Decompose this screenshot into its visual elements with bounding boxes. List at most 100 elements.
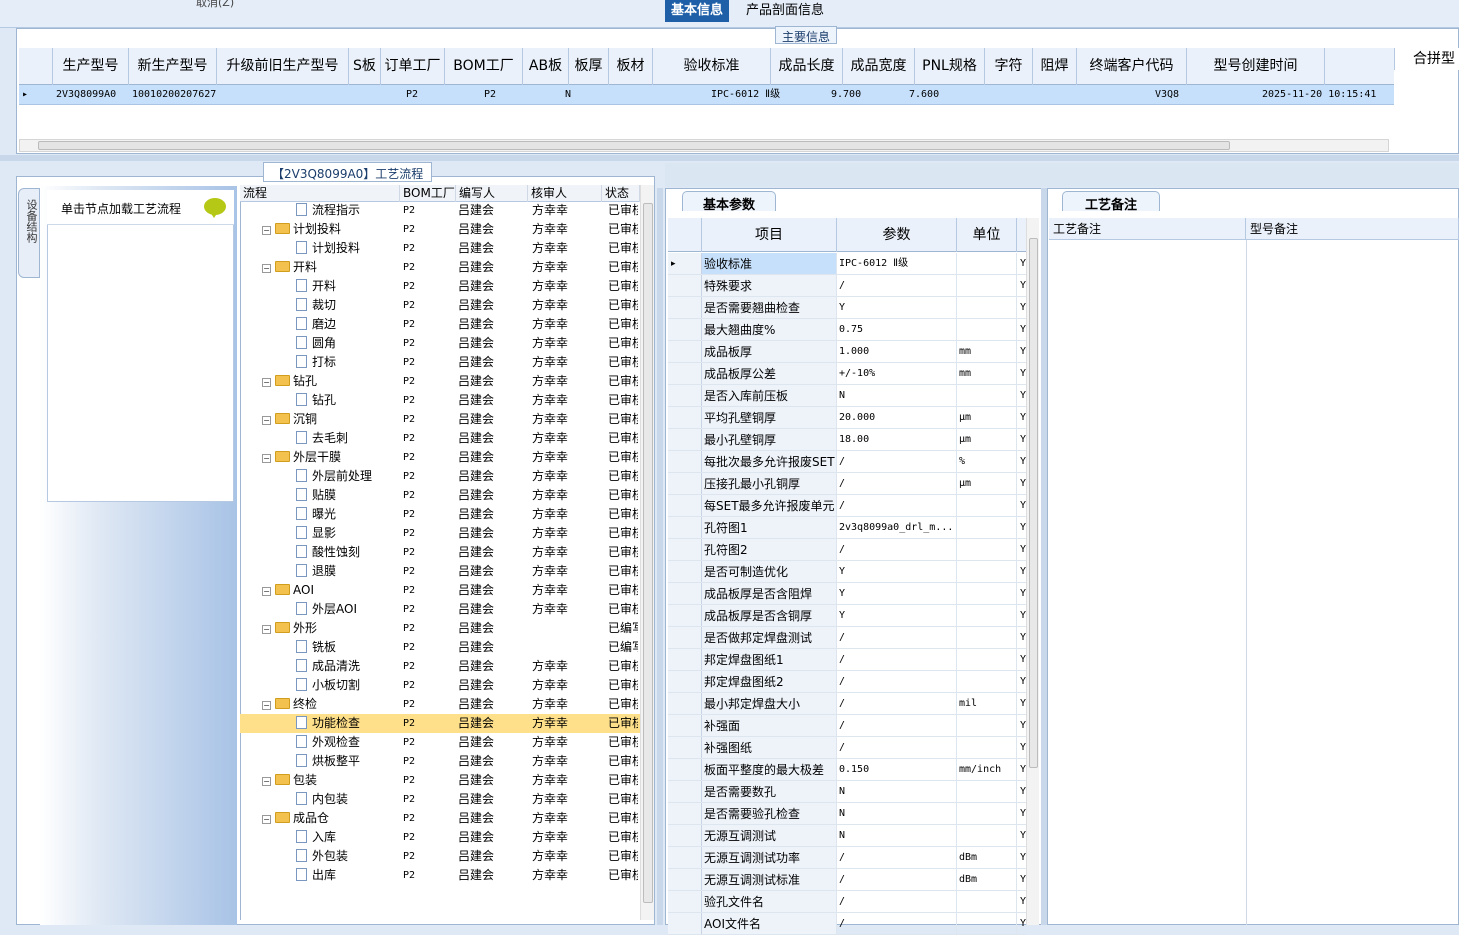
row-header[interactable] <box>668 473 702 494</box>
params-row[interactable]: 成品板厚是否含铜厚 Y Y <box>668 605 1026 627</box>
collapse-icon[interactable]: − <box>262 378 271 387</box>
params-row[interactable]: 邦定焊盘图纸1/ Y <box>668 649 1026 671</box>
row-indicator[interactable]: ▸ <box>22 85 28 105</box>
grid-column-header[interactable]: 生产型号 <box>53 48 129 85</box>
grid-column-header[interactable]: BOM工厂 <box>445 48 523 85</box>
tree-row[interactable]: 去毛刺 P2 吕建会 方幸幸 已审核 <box>240 429 640 448</box>
param-value-cell[interactable]: / <box>837 869 957 890</box>
tree-row[interactable]: − 计划投料 P2 吕建会 方幸幸 已审核 <box>240 220 640 239</box>
cell-customer-code[interactable]: V3Q8 <box>1155 85 1179 105</box>
param-value-cell[interactable]: Y <box>837 605 957 626</box>
process-remark-column[interactable]: 工艺备注 <box>1049 218 1246 240</box>
params-row[interactable]: 是否需要验孔检查 N Y <box>668 803 1026 825</box>
grid-column-header[interactable]: 型号创建时间 <box>1187 48 1325 85</box>
basic-params-tab[interactable]: 基本参数 <box>682 191 777 213</box>
row-header[interactable] <box>668 671 702 692</box>
row-header[interactable] <box>668 319 702 340</box>
cancel-menu-label[interactable]: 取消(Z) <box>196 0 234 10</box>
row-header[interactable] <box>668 715 702 736</box>
params-row[interactable]: 压接孔最小孔铜厚 / μm Y <box>668 473 1026 495</box>
param-value-cell[interactable]: Y <box>837 583 957 604</box>
cell-length[interactable]: 9.700 <box>831 85 861 105</box>
cell-new-model[interactable]: 10010200207627 <box>132 85 216 105</box>
row-header[interactable] <box>668 363 702 384</box>
row-header[interactable] <box>668 649 702 670</box>
grid-column-header[interactable]: 升级前旧生产型号 <box>217 48 349 85</box>
row-header[interactable] <box>668 825 702 846</box>
params-row[interactable]: 板面平整度的最大极差 0.150 mm/inch Y <box>668 759 1026 781</box>
grid-column-header[interactable]: 字符 <box>985 48 1033 85</box>
grid-column-header[interactable]: 新生产型号 <box>129 48 217 85</box>
cell-width[interactable]: 7.600 <box>909 85 939 105</box>
params-row[interactable]: 最小邦定焊盘大小 / mil Y <box>668 693 1026 715</box>
params-row[interactable]: 最大翘曲度% 0.75 Y <box>668 319 1026 341</box>
tree-row[interactable]: 烘板整平 P2 吕建会 方幸幸 已审核 <box>240 752 640 771</box>
row-header[interactable] <box>668 539 702 560</box>
params-row[interactable]: 是否可制造优化 Y Y <box>668 561 1026 583</box>
tree-row[interactable]: 退膜 P2 吕建会 方幸幸 已审核 <box>240 562 640 581</box>
params-row[interactable]: 邦定焊盘图纸2/ Y <box>668 671 1026 693</box>
params-row[interactable]: 孔符图1 2v3q8099a0_drl_m... Y <box>668 517 1026 539</box>
tree-row[interactable]: 开料 P2 吕建会 方幸幸 已审核 <box>240 277 640 296</box>
tree-row[interactable]: − 开料 P2 吕建会 方幸幸 已审核 <box>240 258 640 277</box>
params-row[interactable]: 无源互调测试功率 / dBm Y <box>668 847 1026 869</box>
row-header[interactable] <box>668 517 702 538</box>
horizontal-splitter[interactable] <box>0 155 1459 161</box>
grid-column-header[interactable]: 终端客户代码 <box>1077 48 1187 85</box>
tree-row[interactable]: − 外形 P2 吕建会 已编写 <box>240 619 640 638</box>
row-header[interactable] <box>668 781 702 802</box>
collapse-icon[interactable]: − <box>262 815 271 824</box>
tree-row[interactable]: 外包装 P2 吕建会 方幸幸 已审核 <box>240 847 640 866</box>
param-value-cell[interactable]: N <box>837 803 957 824</box>
params-row[interactable]: 是否需要数孔 N Y <box>668 781 1026 803</box>
row-header[interactable] <box>668 605 702 626</box>
tree-row[interactable]: − 终检 P2 吕建会 方幸幸 已审核 <box>240 695 640 714</box>
params-row[interactable]: 补强面 / Y <box>668 715 1026 737</box>
tree-row[interactable]: 入库 P2 吕建会 方幸幸 已审核 <box>240 828 640 847</box>
tree-row[interactable]: 曝光 P2 吕建会 方幸幸 已审核 <box>240 505 640 524</box>
scroll-thumb[interactable] <box>643 203 653 903</box>
tree-column-header[interactable]: 状态 <box>602 185 640 202</box>
params-row[interactable]: 最小孔壁铜厚 18.00 μm Y <box>668 429 1026 451</box>
param-value-cell[interactable]: / <box>837 891 957 912</box>
param-value-cell[interactable]: N <box>837 825 957 846</box>
scroll-thumb[interactable] <box>1029 238 1038 768</box>
grid-column-header[interactable]: PNL规格 <box>915 48 985 85</box>
row-header[interactable] <box>668 891 702 912</box>
collapse-icon[interactable]: − <box>262 454 271 463</box>
main-grid-hscrollbar[interactable] <box>19 139 1389 152</box>
param-value-cell[interactable]: 0.150 <box>837 759 957 780</box>
params-row[interactable]: 无源互调测试标准 / dBm Y <box>668 869 1026 891</box>
tree-row[interactable]: 钻孔 P2 吕建会 方幸幸 已审核 <box>240 391 640 410</box>
tree-row[interactable]: 计划投料 P2 吕建会 方幸幸 已审核 <box>240 239 640 258</box>
tree-column-header[interactable]: 流程 <box>240 185 400 202</box>
cell-ab-board[interactable]: N <box>565 85 571 105</box>
tree-row[interactable]: 打标 P2 吕建会 方幸幸 已审核 <box>240 353 640 372</box>
row-header[interactable] <box>668 297 702 318</box>
params-row[interactable]: 无源互调测试 N Y <box>668 825 1026 847</box>
param-value-cell[interactable]: / <box>837 649 957 670</box>
grid-column-header[interactable]: AB板 <box>523 48 569 85</box>
param-value-cell[interactable]: Y <box>837 561 957 582</box>
param-value-cell[interactable]: / <box>837 913 957 934</box>
merge-model-tab[interactable]: 合拼型 <box>1394 48 1459 70</box>
tree-row[interactable]: − 外层干膜 P2 吕建会 方幸幸 已审核 <box>240 448 640 467</box>
tree-row[interactable]: 内包装 P2 吕建会 方幸幸 已审核 <box>240 790 640 809</box>
params-row[interactable]: 补强图纸 / Y <box>668 737 1026 759</box>
grid-column-header[interactable]: 板材 <box>609 48 653 85</box>
row-header[interactable] <box>668 275 702 296</box>
row-header[interactable] <box>668 847 702 868</box>
collapse-icon[interactable]: − <box>262 226 271 235</box>
param-value-cell[interactable]: 20.000 <box>837 407 957 428</box>
param-value-cell[interactable]: / <box>837 671 957 692</box>
params-row[interactable]: 验孔文件名 / Y <box>668 891 1026 913</box>
param-value-cell[interactable]: / <box>837 495 957 516</box>
params-row[interactable]: AOI文件名 / Y <box>668 913 1026 935</box>
tree-row[interactable]: 流程指示 P2 吕建会 方幸幸 已审核 <box>240 201 640 220</box>
grid-column-header[interactable]: 验收标准 <box>653 48 771 85</box>
row-header[interactable] <box>668 869 702 890</box>
tree-row[interactable]: 铣板 P2 吕建会 已编写 <box>240 638 640 657</box>
params-column-header[interactable]: 参数 <box>837 218 957 252</box>
param-value-cell[interactable]: Y <box>837 297 957 318</box>
param-value-cell[interactable]: / <box>837 715 957 736</box>
